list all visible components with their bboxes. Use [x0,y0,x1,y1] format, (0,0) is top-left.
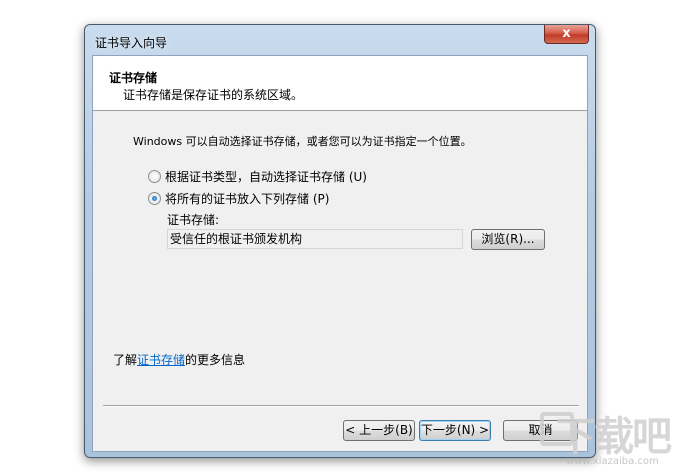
radio-auto-select[interactable] [148,170,161,183]
auto-select-label[interactable]: 根据证书类型，自动选择证书存储 (U) [165,168,367,185]
wizard-header: 证书存储 证书存储是保存证书的系统区域。 [93,56,587,111]
watermark-url: www.xiazaiba.com [566,456,659,467]
title-bar[interactable]: 证书导入向导 x [85,25,595,55]
footer-divider [103,405,579,407]
wizard-window: 证书导入向导 x 证书存储 证书存储是保存证书的系统区域。 Windows 可以… [84,24,596,458]
radio-place-in-store[interactable] [148,192,161,205]
page-subtitle: 证书存储是保存证书的系统区域。 [123,88,304,102]
back-button[interactable]: < 上一步(B) [343,420,415,441]
dialog-content: 证书存储 证书存储是保存证书的系统区域。 Windows 可以自动选择证书存储，… [92,55,588,452]
store-field-label: 证书存储: [167,213,220,227]
window-title: 证书导入向导 [95,36,168,50]
close-icon: x [562,26,571,41]
learn-more-text: 了解证书存储的更多信息 [113,351,245,368]
browse-button[interactable]: 浏览(R)... [471,229,545,250]
auto-select-option[interactable]: 根据证书类型，自动选择证书存储 (U) [148,168,367,185]
page-title: 证书存储 [109,71,158,85]
learn-more-link[interactable]: 证书存储 [137,353,185,367]
watermark: 下载吧 www.xiazaiba.com [538,398,678,473]
place-in-store-option[interactable]: 将所有的证书放入下列存储 (P) [148,190,329,207]
next-button[interactable]: 下一步(N) > [419,420,491,441]
watermark-text: 下载吧 [556,414,672,460]
store-field: 受信任的根证书颁发机构 [167,229,463,249]
close-button[interactable]: x [544,25,589,44]
learn-suffix: 的更多信息 [185,353,246,367]
place-in-store-label[interactable]: 将所有的证书放入下列存储 (P) [165,190,329,207]
learn-prefix: 了解 [113,353,138,367]
description-text: Windows 可以自动选择证书存储，或者您可以为证书指定一个位置。 [133,135,472,148]
